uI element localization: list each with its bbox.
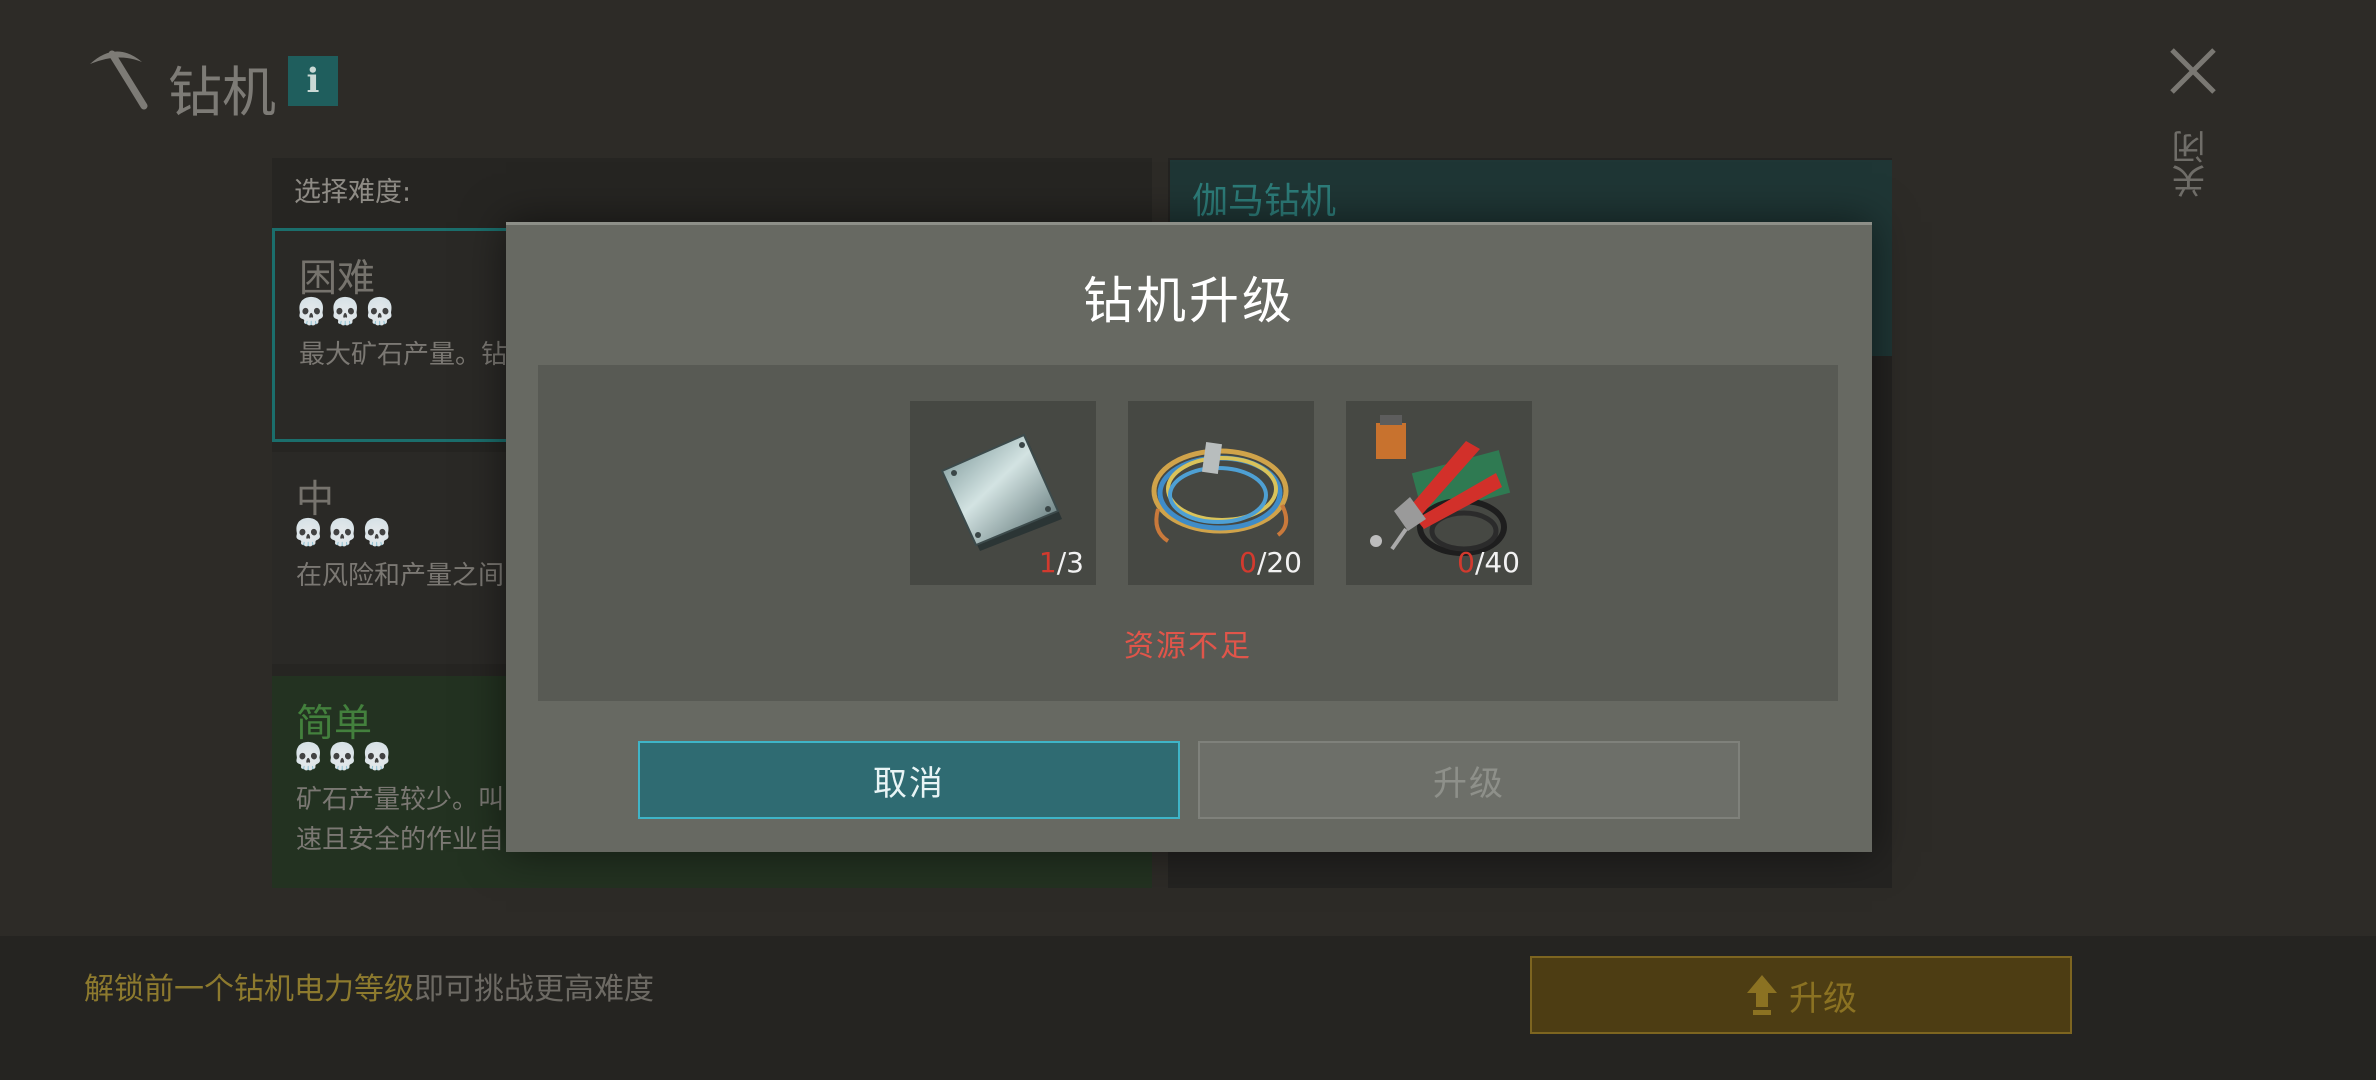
upgrade-dialog: 钻机升级 1/3 0/20 0/40 资源不足 取消 升级 [506,222,1872,852]
close-label[interactable]: 关闭 [2172,130,2216,198]
difficulty-label: 选择难度: [294,177,412,208]
resource-count: 0/20 [1239,546,1302,579]
upgrade-drill-button[interactable]: 升级 [1530,956,2072,1034]
pickaxe-icon [90,50,148,110]
resource-count: 0/40 [1457,546,1520,579]
resources-panel: 1/3 0/20 0/40 资源不足 [538,365,1838,701]
skull-icons: 💀💀💀 [295,297,399,327]
resource-need: /40 [1474,546,1520,579]
unlock-hint: 解锁前一个钻机电力等级即可挑战更高难度 [84,964,654,1008]
upgrade-label: 升级 [1789,978,1857,1019]
hint-rest: 即可挑战更高难度 [414,972,654,1007]
cancel-button[interactable]: 取消 [638,741,1180,819]
drill-name: 伽马钻机 [1192,181,1337,222]
skull-icons: 💀💀💀 [292,742,396,772]
header: 钻机 i [82,40,482,124]
resource-need: /3 [1056,546,1084,579]
resource-item[interactable]: 1/3 [910,401,1096,585]
difficulty-name: 简单 [296,701,373,745]
dialog-title: 钻机升级 [1083,272,1295,330]
resource-count: 1/3 [1039,546,1084,579]
resource-item[interactable]: 0/20 [1128,401,1314,585]
confirm-upgrade-button[interactable]: 升级 [1198,741,1740,819]
difficulty-name: 中 [296,477,335,521]
resource-have: 0 [1457,546,1475,579]
resource-have: 0 [1239,546,1257,579]
resource-have: 1 [1038,546,1057,579]
insufficient-resources-warning: 资源不足 [1124,629,1252,664]
close-icon[interactable] [2166,44,2220,98]
hint-highlight: 解锁前一个钻机电力等级 [84,972,414,1007]
page-title: 钻机 [168,61,276,124]
skull-icons: 💀💀💀 [292,518,396,548]
resource-need: /20 [1256,546,1302,579]
upgrade-arrow-icon [1747,975,1777,1015]
resource-item[interactable]: 0/40 [1346,401,1532,585]
info-icon[interactable]: i [288,56,338,106]
difficulty-name: 困难 [299,256,376,300]
